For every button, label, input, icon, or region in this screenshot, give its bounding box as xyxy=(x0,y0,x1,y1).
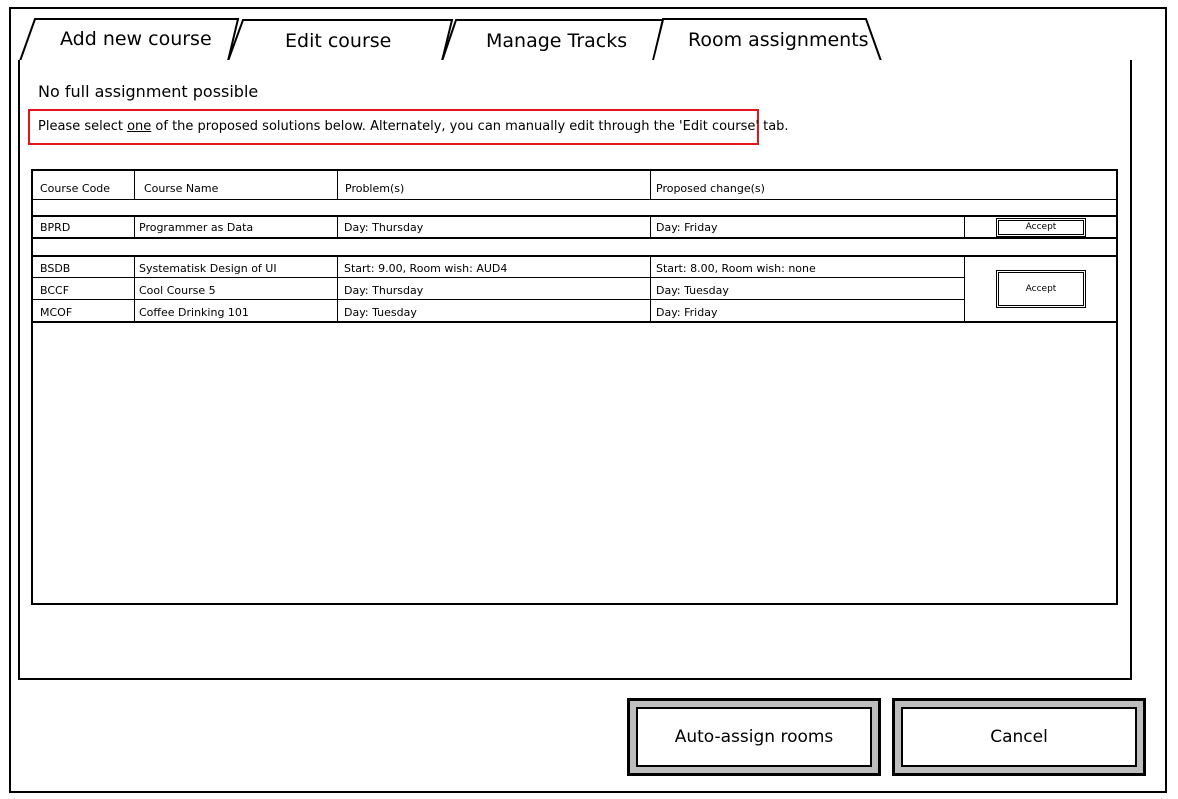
divider xyxy=(337,171,338,200)
cell-course-code: BCCF xyxy=(40,284,70,297)
instruction-banner: Please select one of the proposed soluti… xyxy=(28,109,789,145)
tab-edit-course[interactable]: Edit course xyxy=(285,30,391,52)
divider xyxy=(650,171,651,200)
cell-course-name: Programmer as Data xyxy=(139,221,254,234)
divider xyxy=(33,255,1116,257)
cancel-button[interactable]: Cancel xyxy=(892,698,1146,776)
divider xyxy=(337,216,338,238)
divider xyxy=(33,237,1116,239)
accept-solution-2-button[interactable]: Accept xyxy=(996,270,1086,308)
cell-problem: Day: Thursday xyxy=(344,284,424,297)
cell-proposed-change: Start: 8.00, Room wish: none xyxy=(656,262,816,275)
tab-room-assignments[interactable]: Room assignments xyxy=(688,29,869,51)
divider xyxy=(134,216,135,238)
cell-course-name: Systematisk Design of UI xyxy=(139,262,277,275)
cell-problem: Day: Tuesday xyxy=(344,306,417,319)
divider xyxy=(33,299,964,300)
header-proposed-changes: Proposed change(s) xyxy=(656,182,765,195)
cell-proposed-change: Day: Tuesday xyxy=(656,284,729,297)
cancel-label: Cancel xyxy=(901,707,1137,767)
instruction-text-start: Please select xyxy=(38,119,128,134)
cell-proposed-change: Day: Friday xyxy=(656,306,718,319)
cell-proposed-change: Day: Friday xyxy=(656,221,718,234)
header-course-code: Course Code xyxy=(40,182,111,195)
divider xyxy=(337,256,338,322)
header-problems: Problem(s) xyxy=(345,182,405,195)
divider xyxy=(33,277,964,278)
cell-problem: Day: Thursday xyxy=(344,221,424,234)
divider xyxy=(33,215,1116,217)
accept-solution-1-button[interactable]: Accept xyxy=(996,218,1086,237)
divider xyxy=(33,199,1116,200)
header-course-name: Course Name xyxy=(144,182,219,195)
divider xyxy=(964,216,965,238)
divider xyxy=(650,216,651,238)
tab-manage-tracks[interactable]: Manage Tracks xyxy=(486,30,627,52)
instruction-emphasis: one xyxy=(127,119,152,134)
divider xyxy=(964,256,965,322)
cell-course-name: Coffee Drinking 101 xyxy=(139,306,249,319)
auto-assign-rooms-button[interactable]: Auto-assign rooms xyxy=(627,698,881,776)
instruction-text-end: of the proposed solutions below. Alterna… xyxy=(151,119,789,134)
cell-course-code: MCOF xyxy=(40,306,73,319)
cell-course-code: BSDB xyxy=(40,262,71,275)
solutions-table: Course Code Course Name Problem(s) Propo… xyxy=(31,169,1118,605)
cell-course-code: BPRD xyxy=(40,221,71,234)
cell-problem: Start: 9.00, Room wish: AUD4 xyxy=(344,262,508,275)
divider xyxy=(33,321,1116,323)
divider xyxy=(134,256,135,322)
tab-add-new-course[interactable]: Add new course xyxy=(60,28,212,50)
auto-assign-rooms-label: Auto-assign rooms xyxy=(636,707,872,767)
divider xyxy=(134,171,135,200)
status-title: No full assignment possible xyxy=(38,82,259,101)
cell-course-name: Cool Course 5 xyxy=(139,284,216,297)
divider xyxy=(650,256,651,322)
